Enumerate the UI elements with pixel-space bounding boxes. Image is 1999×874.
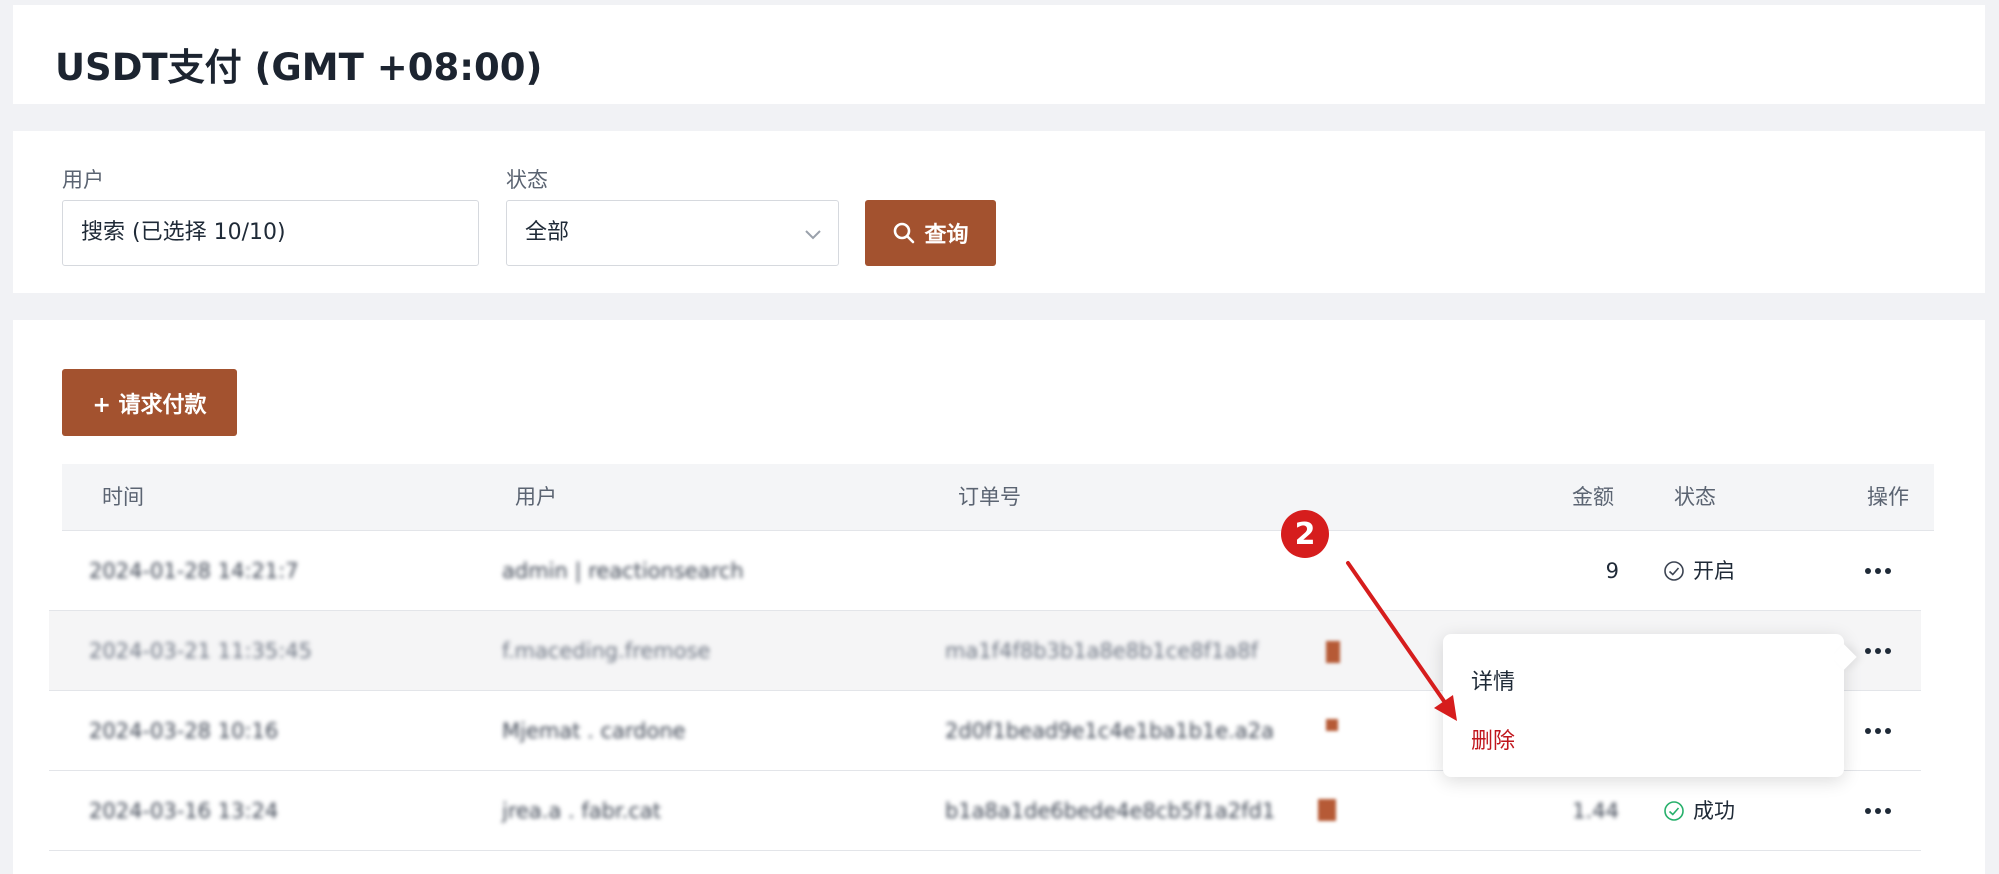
menu-item-delete[interactable]: 删除 (1471, 723, 1515, 755)
query-button-label: 查询 (924, 223, 969, 248)
status-select-value: 全部 (525, 220, 570, 245)
column-header-user: 用户 (515, 485, 557, 509)
query-button[interactable]: 查询 (865, 200, 996, 266)
column-header-status: 状态 (1674, 485, 1716, 509)
copy-icon[interactable] (1318, 799, 1336, 821)
user-filter-label: 用户 (62, 168, 104, 192)
step-badge: 2 (1281, 510, 1329, 558)
column-header-order: 订单号 (958, 485, 1021, 509)
column-header-time: 时间 (102, 485, 144, 509)
row-time: 2024-03-28 10:16 (89, 719, 279, 743)
row-status-label: 开启 (1693, 559, 1735, 583)
search-icon (894, 222, 915, 244)
chevron-down-icon (805, 230, 821, 240)
filter-card: 用户 搜索 (已选择 10/10) 状态 全部 查询 (13, 131, 1985, 293)
menu-item-details[interactable]: 详情 (1471, 664, 1515, 696)
check-circle-green-icon (1664, 801, 1684, 821)
row-user: admin | reactionsearch (502, 559, 744, 583)
row-status-label: 成功 (1693, 799, 1735, 823)
row-action-menu: 详情 删除 (1443, 634, 1844, 777)
column-header-amount: 金额 (1572, 485, 1614, 509)
row-time: 2024-03-16 13:24 (89, 799, 279, 823)
request-payment-label: + 请求付款 (92, 392, 207, 418)
row-amount: 1.44 (1572, 799, 1619, 823)
column-header-action: 操作 (1867, 485, 1909, 509)
status-select[interactable]: 全部 (506, 200, 839, 266)
row-user: Mjemat . cardone (502, 719, 686, 743)
more-actions-button[interactable] (1865, 531, 1891, 611)
more-actions-button[interactable] (1865, 691, 1891, 771)
title-card: USDT支付 (GMT +08:00) (13, 5, 1985, 104)
row-order: b1a8a1de6bede4e8cb5f1a2fd1 (945, 799, 1276, 823)
table-header: 时间 用户 订单号 金额 状态 操作 (62, 464, 1934, 531)
row-user: jrea.a . fabr.cat (502, 799, 661, 823)
check-circle-outline-icon (1664, 561, 1684, 581)
row-time: 2024-01-28 14:21:7 (89, 559, 299, 583)
row-order: ma1f4f8b3b1a8e8b1ce8f1a8f (945, 639, 1258, 663)
user-search-input[interactable]: 搜索 (已选择 10/10) (62, 200, 479, 266)
page-title: USDT支付 (GMT +08:00) (55, 46, 543, 89)
status-filter-label: 状态 (506, 168, 548, 192)
row-status: 成功 (1663, 771, 1735, 851)
row-amount: 9 (1605, 559, 1619, 583)
row-time: 2024-03-21 11:35:45 (89, 639, 313, 663)
copy-icon[interactable] (1326, 641, 1340, 663)
more-actions-button[interactable] (1865, 771, 1891, 851)
request-payment-button[interactable]: + 请求付款 (62, 369, 237, 436)
row-user: f.maceding.fremose (502, 639, 711, 663)
row-order: 2d0f1bead9e1c4e1ba1b1e.a2a (945, 719, 1275, 743)
table-row: 2024-01-28 14:21:7 admin | reactionsearc… (49, 531, 1921, 611)
row-status: 开启 (1663, 531, 1735, 611)
table-row: 2024-03-16 13:24 jrea.a . fabr.cat b1a8a… (49, 771, 1921, 851)
more-actions-button[interactable] (1865, 611, 1891, 691)
copy-icon[interactable] (1326, 719, 1338, 731)
